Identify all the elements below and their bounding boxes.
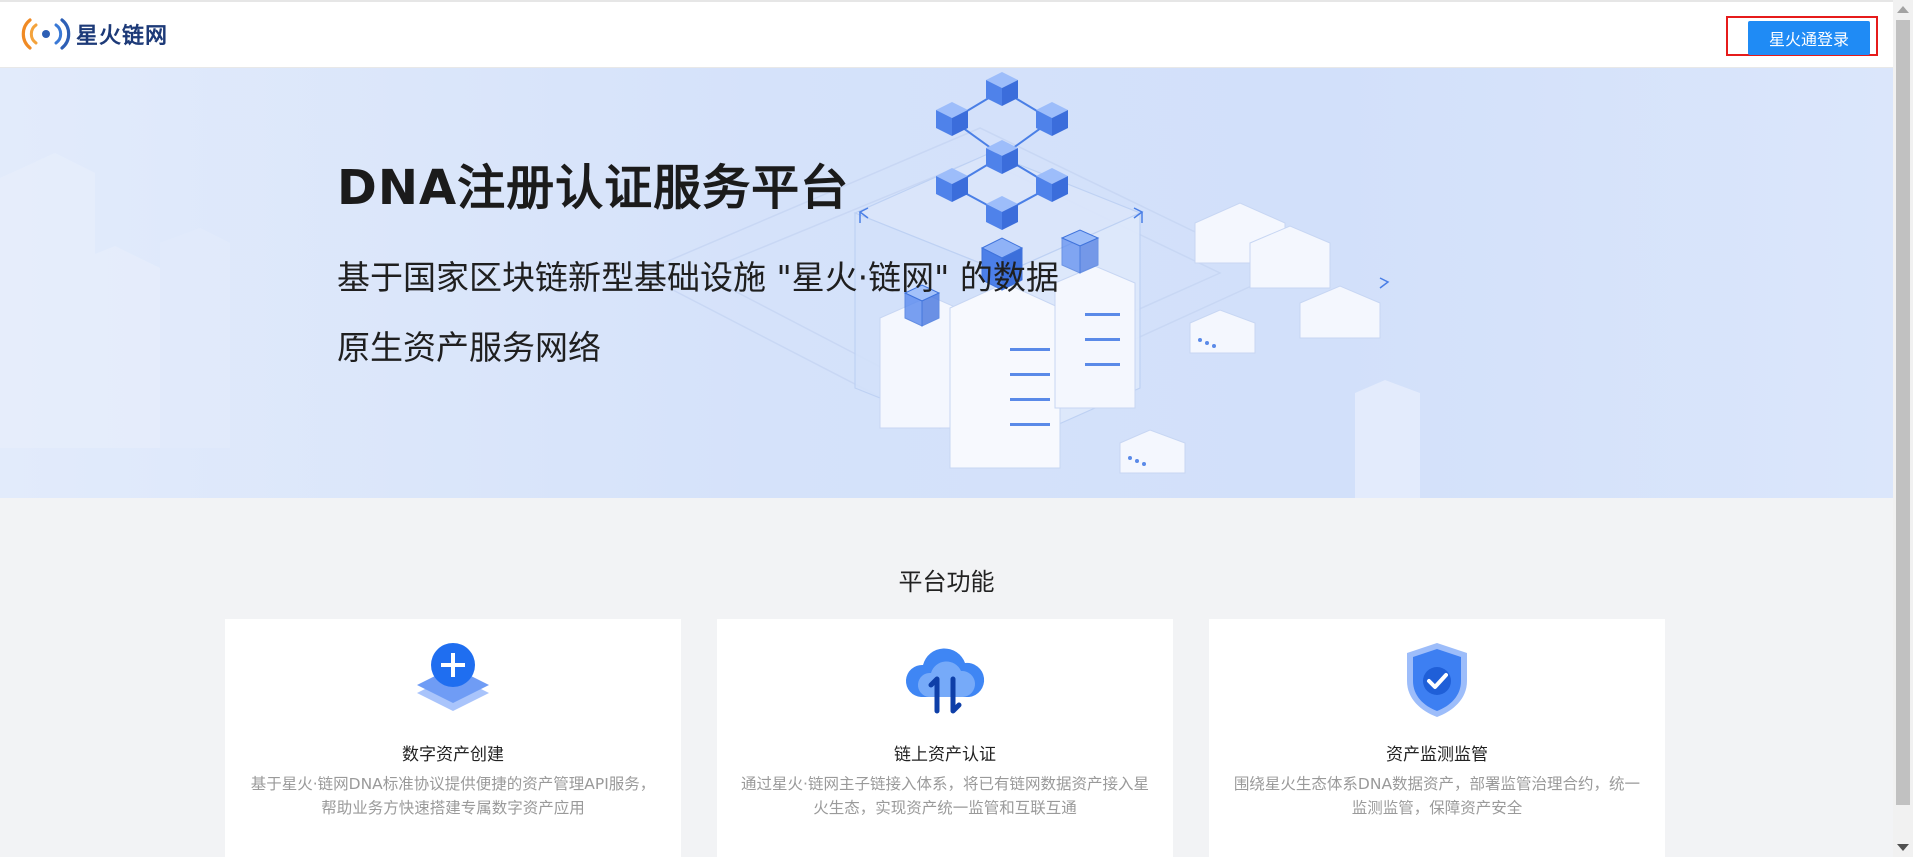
cloud-sync-icon (905, 648, 985, 714)
hero-title: DNA注册认证服务平台 (337, 160, 850, 216)
vertical-scrollbar[interactable] (1893, 0, 1913, 857)
signal-logo-icon (21, 18, 71, 50)
login-highlight-box: 星火通登录 (1726, 16, 1878, 56)
hero-banner: DNA注册认证服务平台 基于国家区块链新型基础设施 "星火·链网" 的数据 原生… (0, 68, 1893, 498)
feature-card-title: 链上资产认证 (894, 745, 996, 765)
scroll-thumb[interactable] (1896, 20, 1910, 805)
scroll-up-arrow-icon[interactable] (1897, 6, 1909, 13)
top-header: 星火链网 星火通登录 (0, 0, 1893, 68)
feature-card-title: 数字资产创建 (402, 745, 504, 765)
hero-subtitle-line1: 基于国家区块链新型基础设施 "星火·链网" 的数据 (337, 258, 1059, 297)
feature-card-create[interactable]: 数字资产创建 基于星火·链网DNA标准协议提供便捷的资产管理API服务，帮助业务… (225, 619, 681, 857)
scroll-down-arrow-icon[interactable] (1897, 844, 1909, 851)
feature-card-desc: 围绕星火生态体系DNA数据资产，部署监管治理合约，统一监测监管，保障资产安全 (1233, 775, 1641, 817)
shield-check-icon (1407, 643, 1467, 717)
login-button[interactable]: 星火通登录 (1748, 21, 1870, 55)
hero-subtitle-line2: 原生资产服务网络 (337, 328, 601, 367)
add-layers-icon (417, 643, 489, 711)
logo-text: 星火链网 (76, 24, 169, 49)
feature-card-title: 资产监测监管 (1386, 745, 1488, 765)
feature-card-desc: 基于星火·链网DNA标准协议提供便捷的资产管理API服务，帮助业务方快速搭建专属… (250, 775, 656, 817)
logo[interactable]: 星火链网 (20, 14, 168, 54)
section-title: 平台功能 (898, 568, 995, 596)
feature-card-desc: 通过星火·链网主子链接入体系，将已有链网数据资产接入星火生态，实现资产统一监管和… (741, 775, 1149, 817)
hero-subtitle: 基于国家区块链新型基础设施 "星火·链网" 的数据 原生资产服务网络 (337, 243, 1137, 383)
feature-card-certify[interactable]: 链上资产认证 通过星火·链网主子链接入体系，将已有链网数据资产接入星火生态，实现… (717, 619, 1173, 857)
feature-card-monitor[interactable]: 资产监测监管 围绕星火生态体系DNA数据资产，部署监管治理合约，统一监测监管，保… (1209, 619, 1665, 857)
